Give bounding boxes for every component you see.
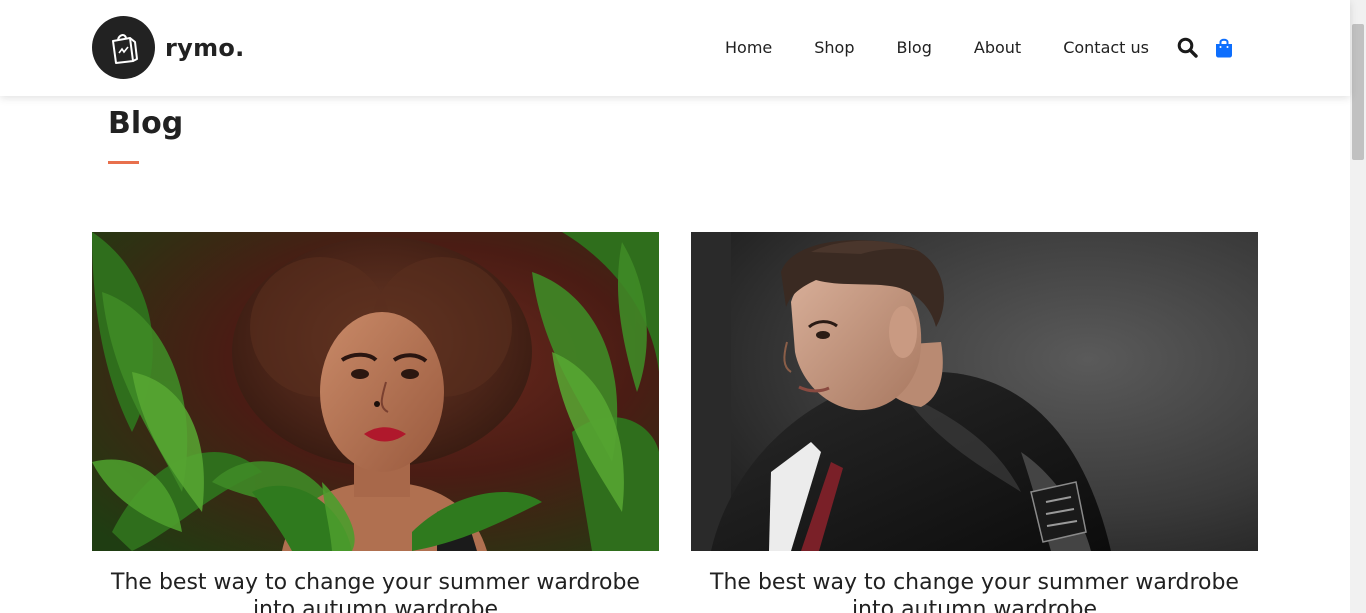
nav-shop[interactable]: Shop [814, 38, 854, 57]
nav-contact[interactable]: Contact us [1063, 38, 1149, 57]
shopping-bag-icon[interactable] [1213, 35, 1235, 59]
title-underline [108, 161, 139, 164]
blog-post-title[interactable]: The best way to change your summer wardr… [691, 569, 1258, 613]
blog-card: The best way to change your summer wardr… [92, 232, 659, 613]
blog-card: The best way to change your summer wardr… [691, 232, 1258, 613]
blog-post-image-woman[interactable] [92, 232, 659, 551]
blog-post-image-man[interactable] [691, 232, 1258, 551]
nav-home[interactable]: Home [725, 38, 772, 57]
page-title: Blog [108, 106, 184, 141]
blog-post-title[interactable]: The best way to change your summer wardr… [92, 569, 659, 613]
logo[interactable]: rymo. [92, 16, 245, 79]
nav-about[interactable]: About [974, 38, 1021, 57]
scrollbar-thumb[interactable] [1352, 24, 1364, 160]
nav-blog[interactable]: Blog [897, 38, 932, 57]
main-nav: Home Shop Blog About Contact us [725, 35, 1235, 59]
shopping-bag-logo-icon [92, 16, 155, 79]
brand-name: rymo. [165, 33, 245, 62]
page-scrollbar[interactable] [1350, 0, 1366, 613]
site-header: rymo. Home Shop Blog About Contact us [0, 0, 1350, 96]
search-icon[interactable] [1175, 35, 1199, 59]
